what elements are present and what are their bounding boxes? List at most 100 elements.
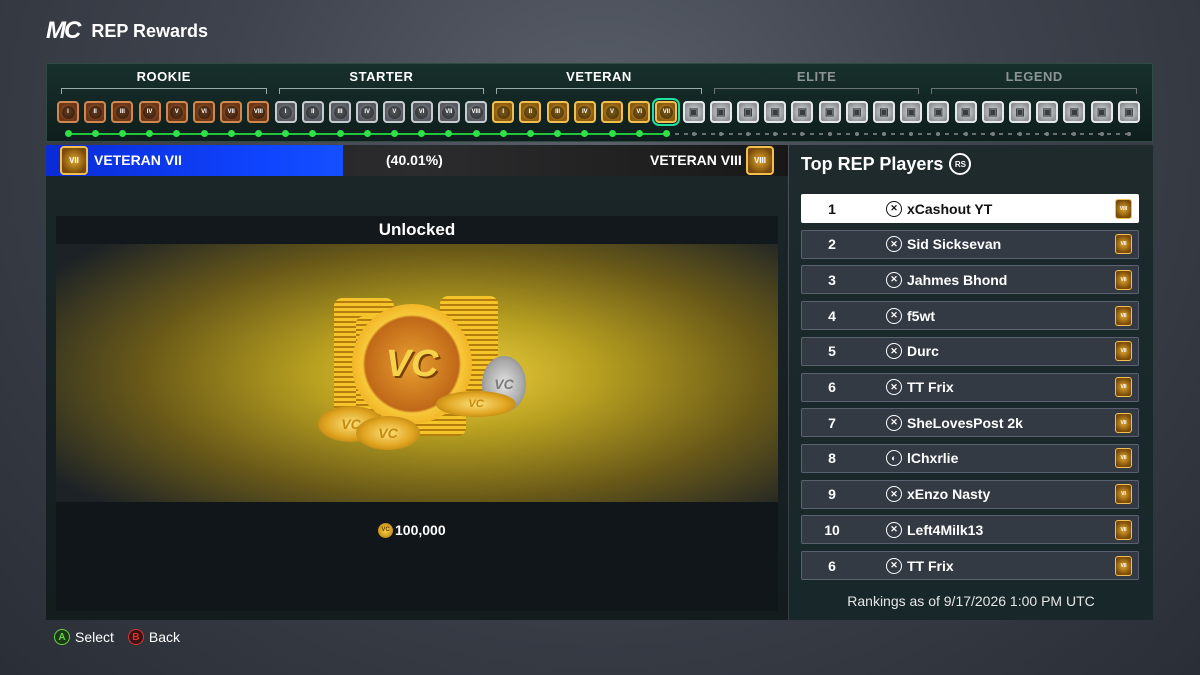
rankings-timestamp: Rankings as of 9/17/2026 1:00 PM UTC [847, 593, 1095, 609]
level-badge[interactable]: II [519, 101, 542, 123]
locked-level-badge[interactable]: ▣ [764, 101, 787, 123]
leaderboard-row[interactable]: 8 ◐ lChxrlie VII [801, 443, 1139, 473]
progress-dot [800, 132, 805, 136]
level-badge[interactable]: IV [356, 101, 379, 123]
vc-coin-icon: VC [378, 522, 393, 538]
level-badge[interactable]: III [329, 101, 351, 123]
level-numeral: VIII [251, 105, 265, 119]
level-numeral: II [523, 105, 537, 119]
leaderboard-row[interactable]: 4 ✕ f5wt VII [801, 301, 1139, 331]
level-numeral: II [88, 105, 102, 119]
back-hint[interactable]: B Back [127, 629, 180, 645]
level-badge[interactable]: I [274, 101, 297, 123]
locked-level-badge[interactable]: ▣ [1117, 101, 1140, 123]
level-badge[interactable]: VII [437, 101, 460, 123]
level-badge[interactable]: VII [220, 101, 243, 123]
locked-level-badge[interactable]: ▣ [981, 101, 1004, 123]
progress-dot [909, 132, 914, 136]
level-badge[interactable]: VII [652, 98, 681, 126]
level-badge[interactable]: III [546, 101, 569, 123]
level-badge[interactable]: VI [193, 101, 215, 123]
level-badge[interactable]: II [84, 101, 107, 123]
level-badge[interactable]: V [165, 101, 188, 123]
leaderboard-row[interactable]: 2 ✕ Sid Sicksevan VII [801, 229, 1139, 259]
leaderboard-row[interactable]: 7 ✕ SheLovesPost 2k VII [801, 408, 1139, 438]
player-name: Left4Milk13 [907, 521, 984, 538]
level-numeral: VI [415, 105, 429, 119]
level-numeral: I [279, 105, 293, 119]
level-badge[interactable]: VIII [247, 101, 270, 123]
leaderboard-header: Top REP Players RS [801, 153, 972, 175]
select-hint[interactable]: A Select [54, 629, 114, 645]
locked-level-badge[interactable]: ▣ [845, 101, 868, 123]
locked-level-badge[interactable]: ▣ [954, 101, 977, 123]
progress-dot [227, 130, 235, 137]
level-badge[interactable]: V [383, 101, 406, 123]
level-numeral: V [387, 105, 401, 119]
current-rank-badge: VII [60, 146, 88, 175]
xbox-icon: ✕ [886, 307, 902, 324]
rs-button-icon[interactable]: RS [949, 153, 972, 175]
rank-number: 7 [828, 414, 836, 431]
progress-dot [635, 130, 643, 137]
locked-level-badge[interactable]: ▣ [900, 101, 923, 123]
player-name: SheLovesPost 2k [907, 414, 1023, 431]
locked-level-badge[interactable]: ▣ [1090, 101, 1113, 123]
progress-dot [554, 130, 562, 137]
progress-dot [418, 130, 426, 137]
level-numeral: III [551, 105, 565, 119]
progress-dot [91, 130, 99, 137]
locked-level-badge[interactable]: ▣ [1009, 101, 1031, 123]
leaderboard-row[interactable]: 9 ✕ xEnzo Nasty VI [801, 479, 1139, 509]
leaderboard-row[interactable]: 6 ✕ TT Frix VII [801, 551, 1139, 580]
level-numeral: IV [578, 105, 592, 119]
player-rank-badge: VI [1115, 484, 1132, 505]
rank-number: 6 [828, 379, 836, 395]
level-numeral: I [61, 105, 75, 119]
player-rank-badge: VII [1115, 412, 1132, 433]
locked-level-badge[interactable]: ▣ [1036, 101, 1059, 123]
leaderboard-row[interactable]: 5 ✕ Durc VII [801, 336, 1139, 366]
locked-level-badge[interactable]: ▣ [1063, 101, 1086, 123]
locked-level-badge[interactable]: ▣ [709, 101, 732, 123]
progress-dot [854, 132, 859, 136]
level-numeral: VII [442, 105, 456, 119]
locked-level-badge[interactable]: ▣ [873, 101, 895, 123]
locked-level-badge[interactable]: ▣ [818, 101, 841, 123]
progress-dot [581, 130, 589, 137]
player-name: Jahmes Bhond [907, 271, 1008, 288]
level-badge[interactable]: II [301, 101, 324, 123]
a-button-icon: A [54, 629, 70, 645]
locked-level-badge[interactable]: ▣ [737, 101, 759, 123]
level-badge[interactable]: V [601, 101, 623, 123]
player-rank-badge: VII [1115, 269, 1132, 290]
lock-icon: ▣ [988, 106, 998, 118]
level-badge[interactable]: VIII [465, 101, 487, 123]
level-badge[interactable]: I [57, 101, 79, 123]
player-name: Sid Sicksevan [907, 236, 1002, 253]
progress-dot [882, 132, 886, 136]
player-name: xCashout YT [907, 200, 993, 217]
leaderboard-row[interactable]: 6 ✕ TT Frix VII [801, 372, 1139, 402]
xbox-icon: ✕ [886, 521, 902, 538]
lock-icon: ▣ [960, 106, 971, 118]
level-badge[interactable]: VI [410, 101, 433, 123]
progress-dot [936, 132, 941, 136]
level-badge[interactable]: VI [628, 101, 651, 123]
leaderboard-row[interactable]: 1 ✕ xCashout YT VIII [801, 194, 1139, 223]
leaderboard-row[interactable]: 10 ✕ Left4Milk13 VII [801, 515, 1139, 545]
tier-name: STARTER [349, 69, 414, 84]
next-rank-badge: VIII [746, 146, 774, 175]
level-badge[interactable]: I [492, 101, 515, 123]
lock-icon: ▣ [1042, 106, 1052, 118]
locked-level-badge[interactable]: ▣ [927, 101, 950, 123]
locked-level-badge[interactable]: ▣ [682, 101, 705, 123]
level-badge[interactable]: IV [573, 101, 596, 123]
locked-level-badge[interactable]: ▣ [791, 101, 814, 123]
level-numeral: VI [197, 105, 211, 119]
level-badge[interactable]: IV [138, 101, 161, 123]
xbox-icon: ✕ [886, 379, 902, 395]
leaderboard-row[interactable]: 3 ✕ Jahmes Bhond VII [801, 265, 1139, 295]
rank-number: 9 [828, 486, 836, 503]
level-badge[interactable]: III [111, 101, 134, 123]
